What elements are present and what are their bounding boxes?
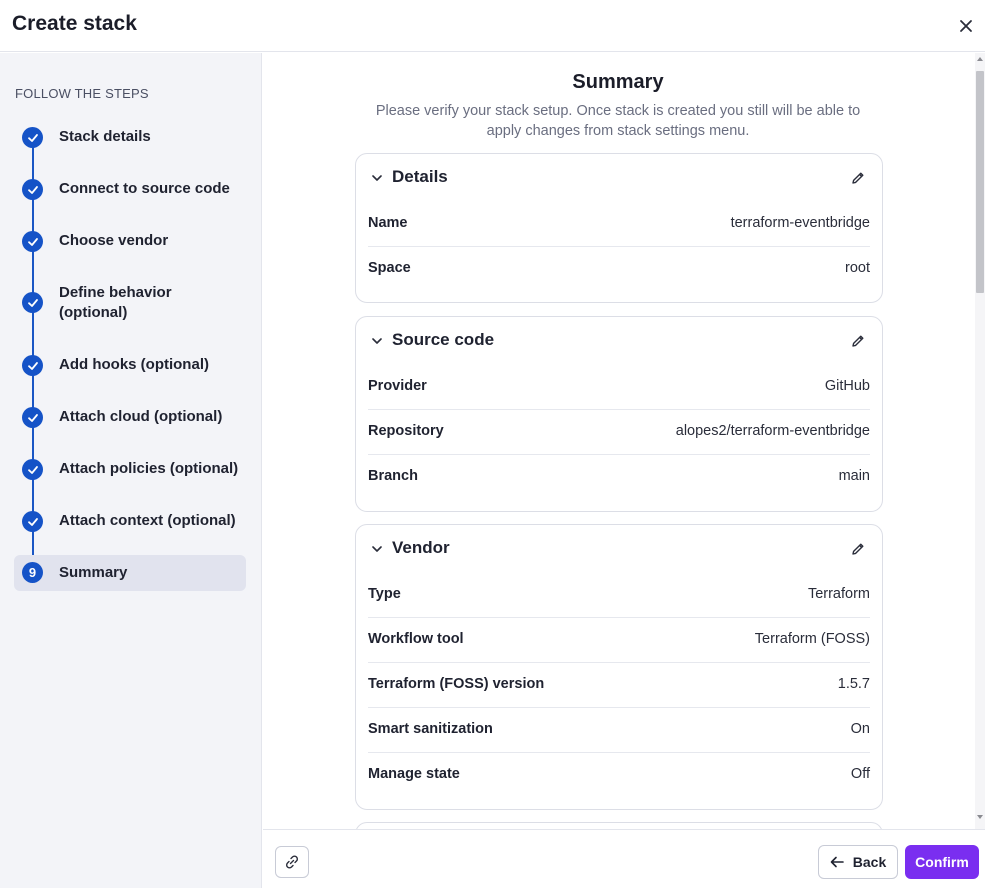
close-icon[interactable] [955, 15, 977, 37]
row-key: Repository [368, 423, 444, 439]
check-icon [22, 127, 43, 148]
next-card-partial [355, 822, 883, 829]
row-value: GitHub [824, 378, 870, 394]
card-title: Source code [392, 330, 495, 349]
step-label: Attach policies (optional) [59, 460, 239, 477]
step-attach-context[interactable]: Attach context (optional) [14, 509, 246, 535]
check-icon [22, 511, 43, 532]
row-value: Terraform [807, 586, 870, 602]
step-label: Add hooks (optional) [59, 356, 209, 373]
check-icon [22, 179, 43, 200]
step-add-hooks[interactable]: Add hooks (optional) [14, 353, 246, 379]
steps-heading: FOLLOW THE STEPS [15, 86, 149, 101]
detail-row: Provider GitHub [368, 365, 870, 410]
step-connect-source[interactable]: Connect to source code [14, 177, 246, 203]
detail-row: Smart sanitization On [368, 707, 870, 752]
back-button-label: Back [852, 854, 887, 870]
row-key: Workflow tool [368, 631, 464, 647]
details-card-header[interactable]: Details [356, 154, 882, 202]
row-value: terraform-eventbridge [730, 215, 870, 231]
check-icon [22, 459, 43, 480]
detail-row: Name terraform-eventbridge [368, 202, 870, 247]
vendor-card: Vendor Type Terraform Workflow tool Terr… [355, 524, 883, 810]
page-subtitle: Please verify your stack setup. Once sta… [375, 103, 861, 139]
link-icon [285, 855, 299, 869]
step-stack-details[interactable]: Stack details [14, 125, 246, 151]
edit-pencil-icon[interactable] [850, 170, 866, 186]
chevron-down-icon[interactable] [370, 171, 384, 185]
detail-row: Branch main [368, 454, 870, 499]
row-value: alopes2/terraform-eventbridge [675, 423, 870, 439]
modal-footer: Back Confirm [263, 829, 985, 888]
row-key: Name [368, 215, 408, 231]
page-title: Summary [572, 71, 664, 93]
row-value: 1.5.7 [837, 676, 870, 692]
step-label: Connect to source code [59, 180, 230, 197]
row-key: Space [368, 260, 411, 276]
step-label: Summary [59, 564, 128, 581]
confirm-button[interactable]: Confirm [905, 845, 979, 879]
scroll-up-arrow-icon[interactable] [977, 57, 983, 61]
row-key: Manage state [368, 766, 460, 782]
chevron-down-icon[interactable] [370, 542, 384, 556]
detail-row: Type Terraform [368, 573, 870, 618]
check-icon [22, 231, 43, 252]
steps-sidebar: FOLLOW THE STEPS Stack details Connect t… [0, 53, 262, 888]
confirm-button-label: Confirm [915, 854, 969, 870]
source-code-card: Source code Provider GitHub Repository a… [355, 316, 883, 512]
step-label: Attach context (optional) [59, 512, 236, 529]
detail-row: Repository alopes2/terraform-eventbridge [368, 409, 870, 454]
step-choose-vendor[interactable]: Choose vendor [14, 229, 246, 255]
card-title: Vendor [392, 538, 450, 557]
source-code-card-header[interactable]: Source code [356, 317, 882, 365]
step-label: Define behavior (optional) [59, 284, 172, 321]
row-key: Smart sanitization [368, 721, 493, 737]
step-number-badge: 9 [22, 562, 43, 583]
row-value: main [838, 468, 870, 484]
step-summary[interactable]: 9 Summary [14, 555, 246, 591]
details-card: Details Name terraform-eventbridge Space… [355, 153, 883, 303]
step-number: 9 [28, 565, 37, 580]
step-attach-policies[interactable]: Attach policies (optional) [14, 457, 246, 483]
row-value: On [850, 721, 870, 737]
row-key: Provider [368, 378, 427, 394]
step-define-behavior[interactable]: Define behavior (optional) [14, 281, 246, 325]
scroll-down-arrow-icon[interactable] [977, 815, 983, 819]
vertical-scrollbar[interactable] [975, 53, 985, 829]
arrow-left-icon [830, 856, 844, 868]
detail-row: Terraform (FOSS) version 1.5.7 [368, 662, 870, 707]
check-icon [22, 292, 43, 313]
check-icon [22, 355, 43, 376]
detail-row: Workflow tool Terraform (FOSS) [368, 617, 870, 662]
modal-title: Create stack [12, 12, 137, 35]
step-label: Attach cloud (optional) [59, 408, 223, 425]
row-key: Terraform (FOSS) version [368, 676, 545, 692]
row-value: Off [850, 766, 870, 782]
step-label: Choose vendor [59, 232, 169, 249]
vendor-card-header[interactable]: Vendor [356, 525, 882, 573]
copy-link-button[interactable] [275, 846, 309, 878]
back-button[interactable]: Back [818, 845, 898, 879]
step-label: Stack details [59, 128, 151, 145]
check-icon [22, 407, 43, 428]
summary-panel: Summary Please verify your stack setup. … [263, 53, 985, 829]
detail-row: Manage state Off [368, 752, 870, 797]
chevron-down-icon[interactable] [370, 334, 384, 348]
edit-pencil-icon[interactable] [850, 541, 866, 557]
modal-header: Create stack [0, 0, 985, 52]
scrollbar-thumb[interactable] [976, 71, 984, 293]
edit-pencil-icon[interactable] [850, 333, 866, 349]
row-value: root [845, 260, 870, 276]
card-title: Details [392, 167, 448, 186]
row-value: Terraform (FOSS) [754, 631, 870, 647]
detail-row: Space root [368, 246, 870, 291]
row-key: Branch [368, 468, 418, 484]
step-attach-cloud[interactable]: Attach cloud (optional) [14, 405, 246, 431]
row-key: Type [368, 586, 401, 602]
